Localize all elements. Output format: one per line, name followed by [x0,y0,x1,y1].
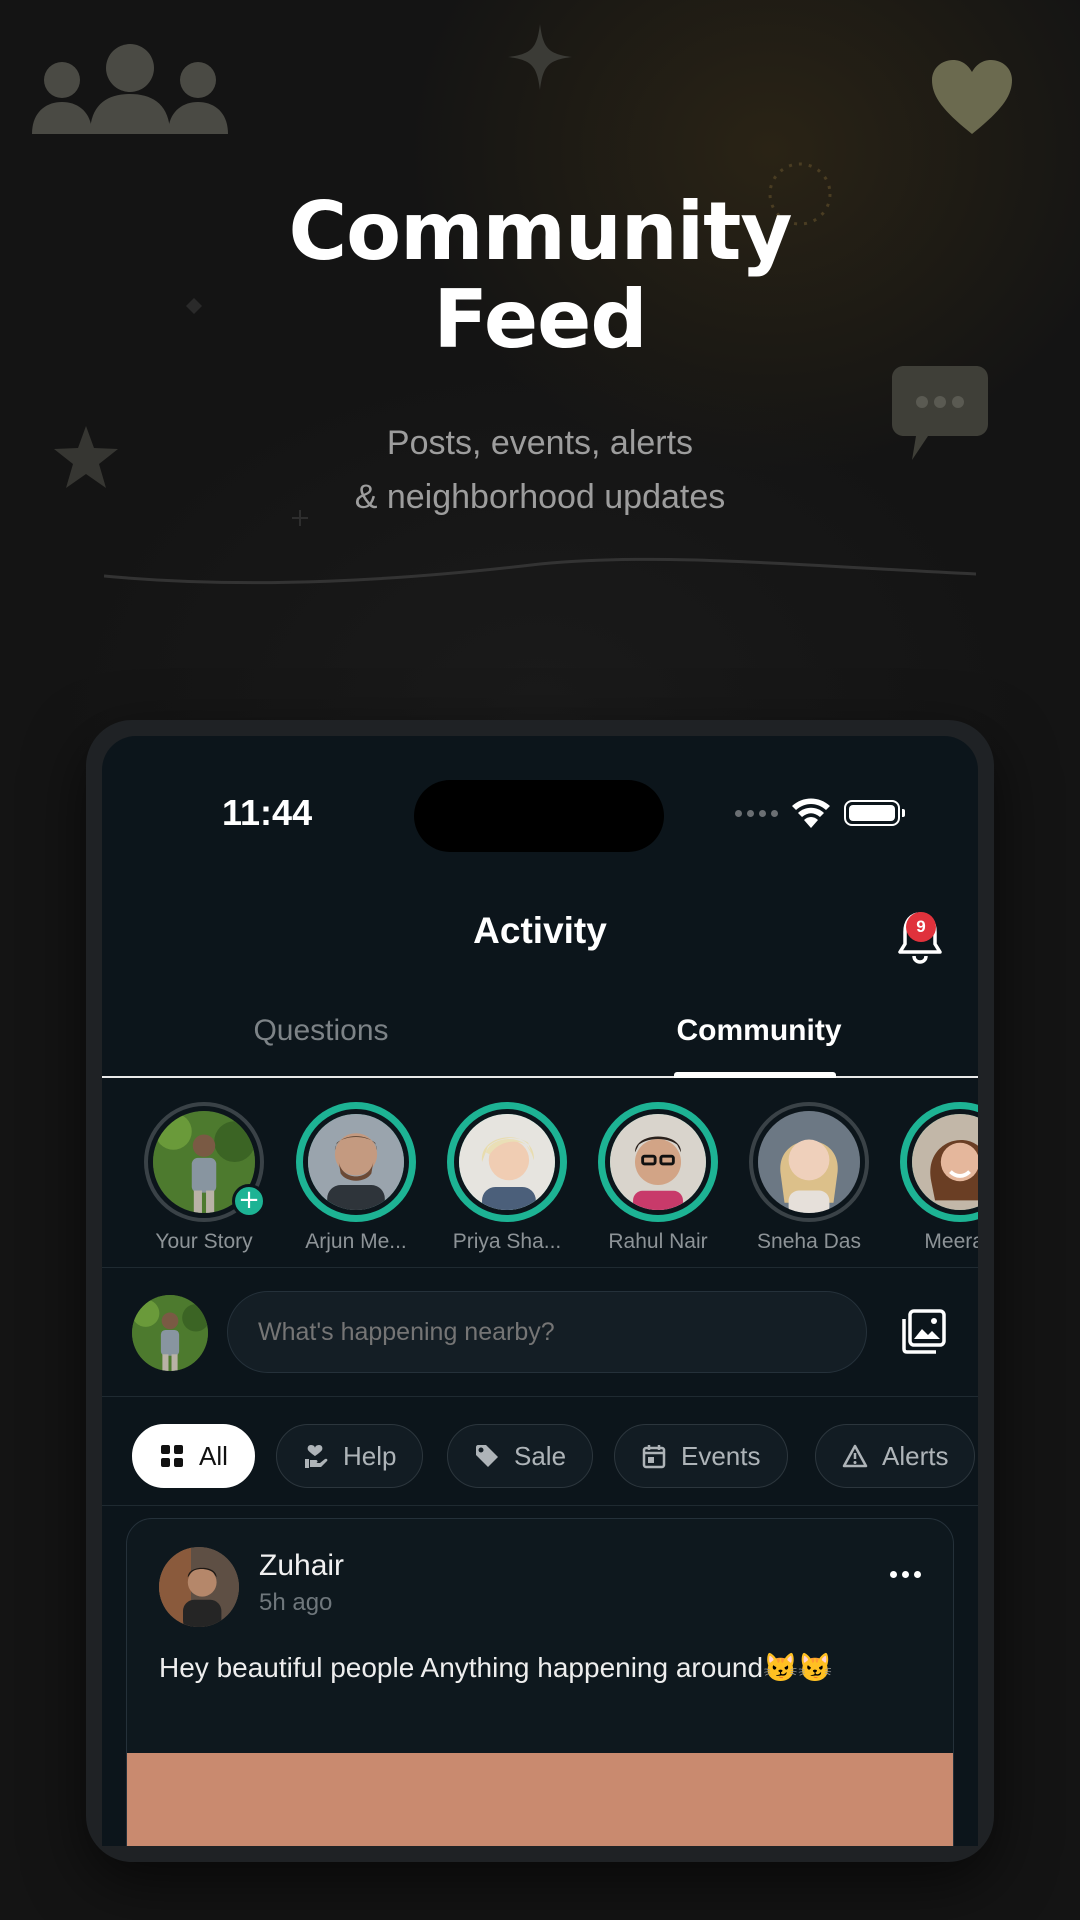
avatar [907,1109,978,1215]
post-text: Hey beautiful people Anything happening … [159,1652,833,1683]
post-author[interactable]: Zuhair [259,1549,344,1583]
filter-alerts[interactable]: Alerts [815,1424,976,1488]
promo-title: Community Feed [0,188,1080,364]
story-priya[interactable]: Priya Sha... [437,1102,577,1254]
notification-badge: 9 [906,912,936,942]
filter-all[interactable]: All [132,1424,255,1488]
post-timestamp: 5h ago [259,1589,333,1616]
tag-icon [476,1445,498,1467]
filter-label: Sale [514,1440,567,1471]
story-arjun[interactable]: Arjun Me... [286,1102,426,1254]
tab-community[interactable]: Community [540,1014,978,1048]
app-header: Activity 9 [102,896,978,976]
tab-questions[interactable]: Questions [102,1014,540,1048]
status-icons [735,798,905,828]
filter-label: Alerts [882,1440,949,1471]
promo-title-line2: Feed [433,273,647,366]
warning-icon [842,1444,868,1468]
add-story-button[interactable]: + [232,1184,266,1218]
calendar-icon [642,1445,666,1469]
composer-input[interactable] [227,1291,867,1373]
promo-title-line1: Community [288,185,792,278]
filter-events[interactable]: Events [614,1424,788,1488]
promo-subtitle-line2: & neighborhood updates [354,478,726,516]
tab-bar: Questions Community [102,998,978,1078]
stories-row: + Your Story Arjun Me... Priya Sha... Ra… [102,1088,978,1268]
story-sneha[interactable]: Sneha Das [739,1102,879,1254]
notification-button[interactable]: 9 [898,906,948,964]
promo-subtitle: Posts, events, alerts & neighborhood upd… [0,416,1080,524]
story-name: Your Story [155,1230,253,1253]
filter-chips: All Help Sale Events Alerts [102,1398,978,1506]
post-composer [102,1269,978,1397]
filter-label: Help [343,1440,397,1471]
wifi-icon [792,798,830,828]
promo-subtitle-line1: Posts, events, alerts [386,424,694,462]
filter-label: All [199,1440,228,1471]
gallery-icon[interactable] [900,1309,946,1355]
story-name: Rahul Nair [608,1230,708,1253]
signal-icon [735,809,778,817]
people-group-icon [32,44,228,134]
app-screen: 11:44 Activity 9 Questions Community + Y… [102,736,978,1846]
filter-help[interactable]: Help [276,1424,424,1488]
filter-label: Events [681,1440,761,1471]
status-time: 11:44 [222,792,313,833]
avatar [753,1106,865,1218]
story-your-story[interactable]: + Your Story [134,1102,274,1254]
grid-icon [161,1445,183,1467]
avatar [605,1109,711,1215]
dynamic-island [414,780,664,852]
sparkle-icon [508,24,572,90]
avatar [303,1109,409,1215]
story-rahul[interactable]: Rahul Nair [588,1102,728,1254]
phone-frame: 11:44 Activity 9 Questions Community + Y… [86,720,994,1862]
active-tab-indicator [674,1072,836,1078]
story-name: Sneha Das [757,1230,861,1253]
filter-sale[interactable]: Sale [447,1424,594,1488]
story-meera[interactable]: Meera I [890,1102,978,1254]
avatar[interactable] [159,1547,239,1627]
story-name: Priya Sha... [452,1230,562,1253]
battery-icon [844,800,905,826]
wavy-divider [104,557,976,585]
helping-hand-icon [305,1445,328,1468]
page-title: Activity [473,910,607,951]
more-options-icon[interactable] [890,1571,921,1578]
heart-icon [932,60,1012,134]
post-card: Zuhair 5h ago Hey beautiful people Anyth… [126,1518,954,1846]
story-name: Meera I [924,1230,978,1253]
avatar [132,1295,208,1371]
status-bar: 11:44 [102,736,978,852]
story-name: Arjun Me... [305,1230,407,1253]
avatar [454,1109,560,1215]
post-image[interactable] [127,1753,953,1846]
